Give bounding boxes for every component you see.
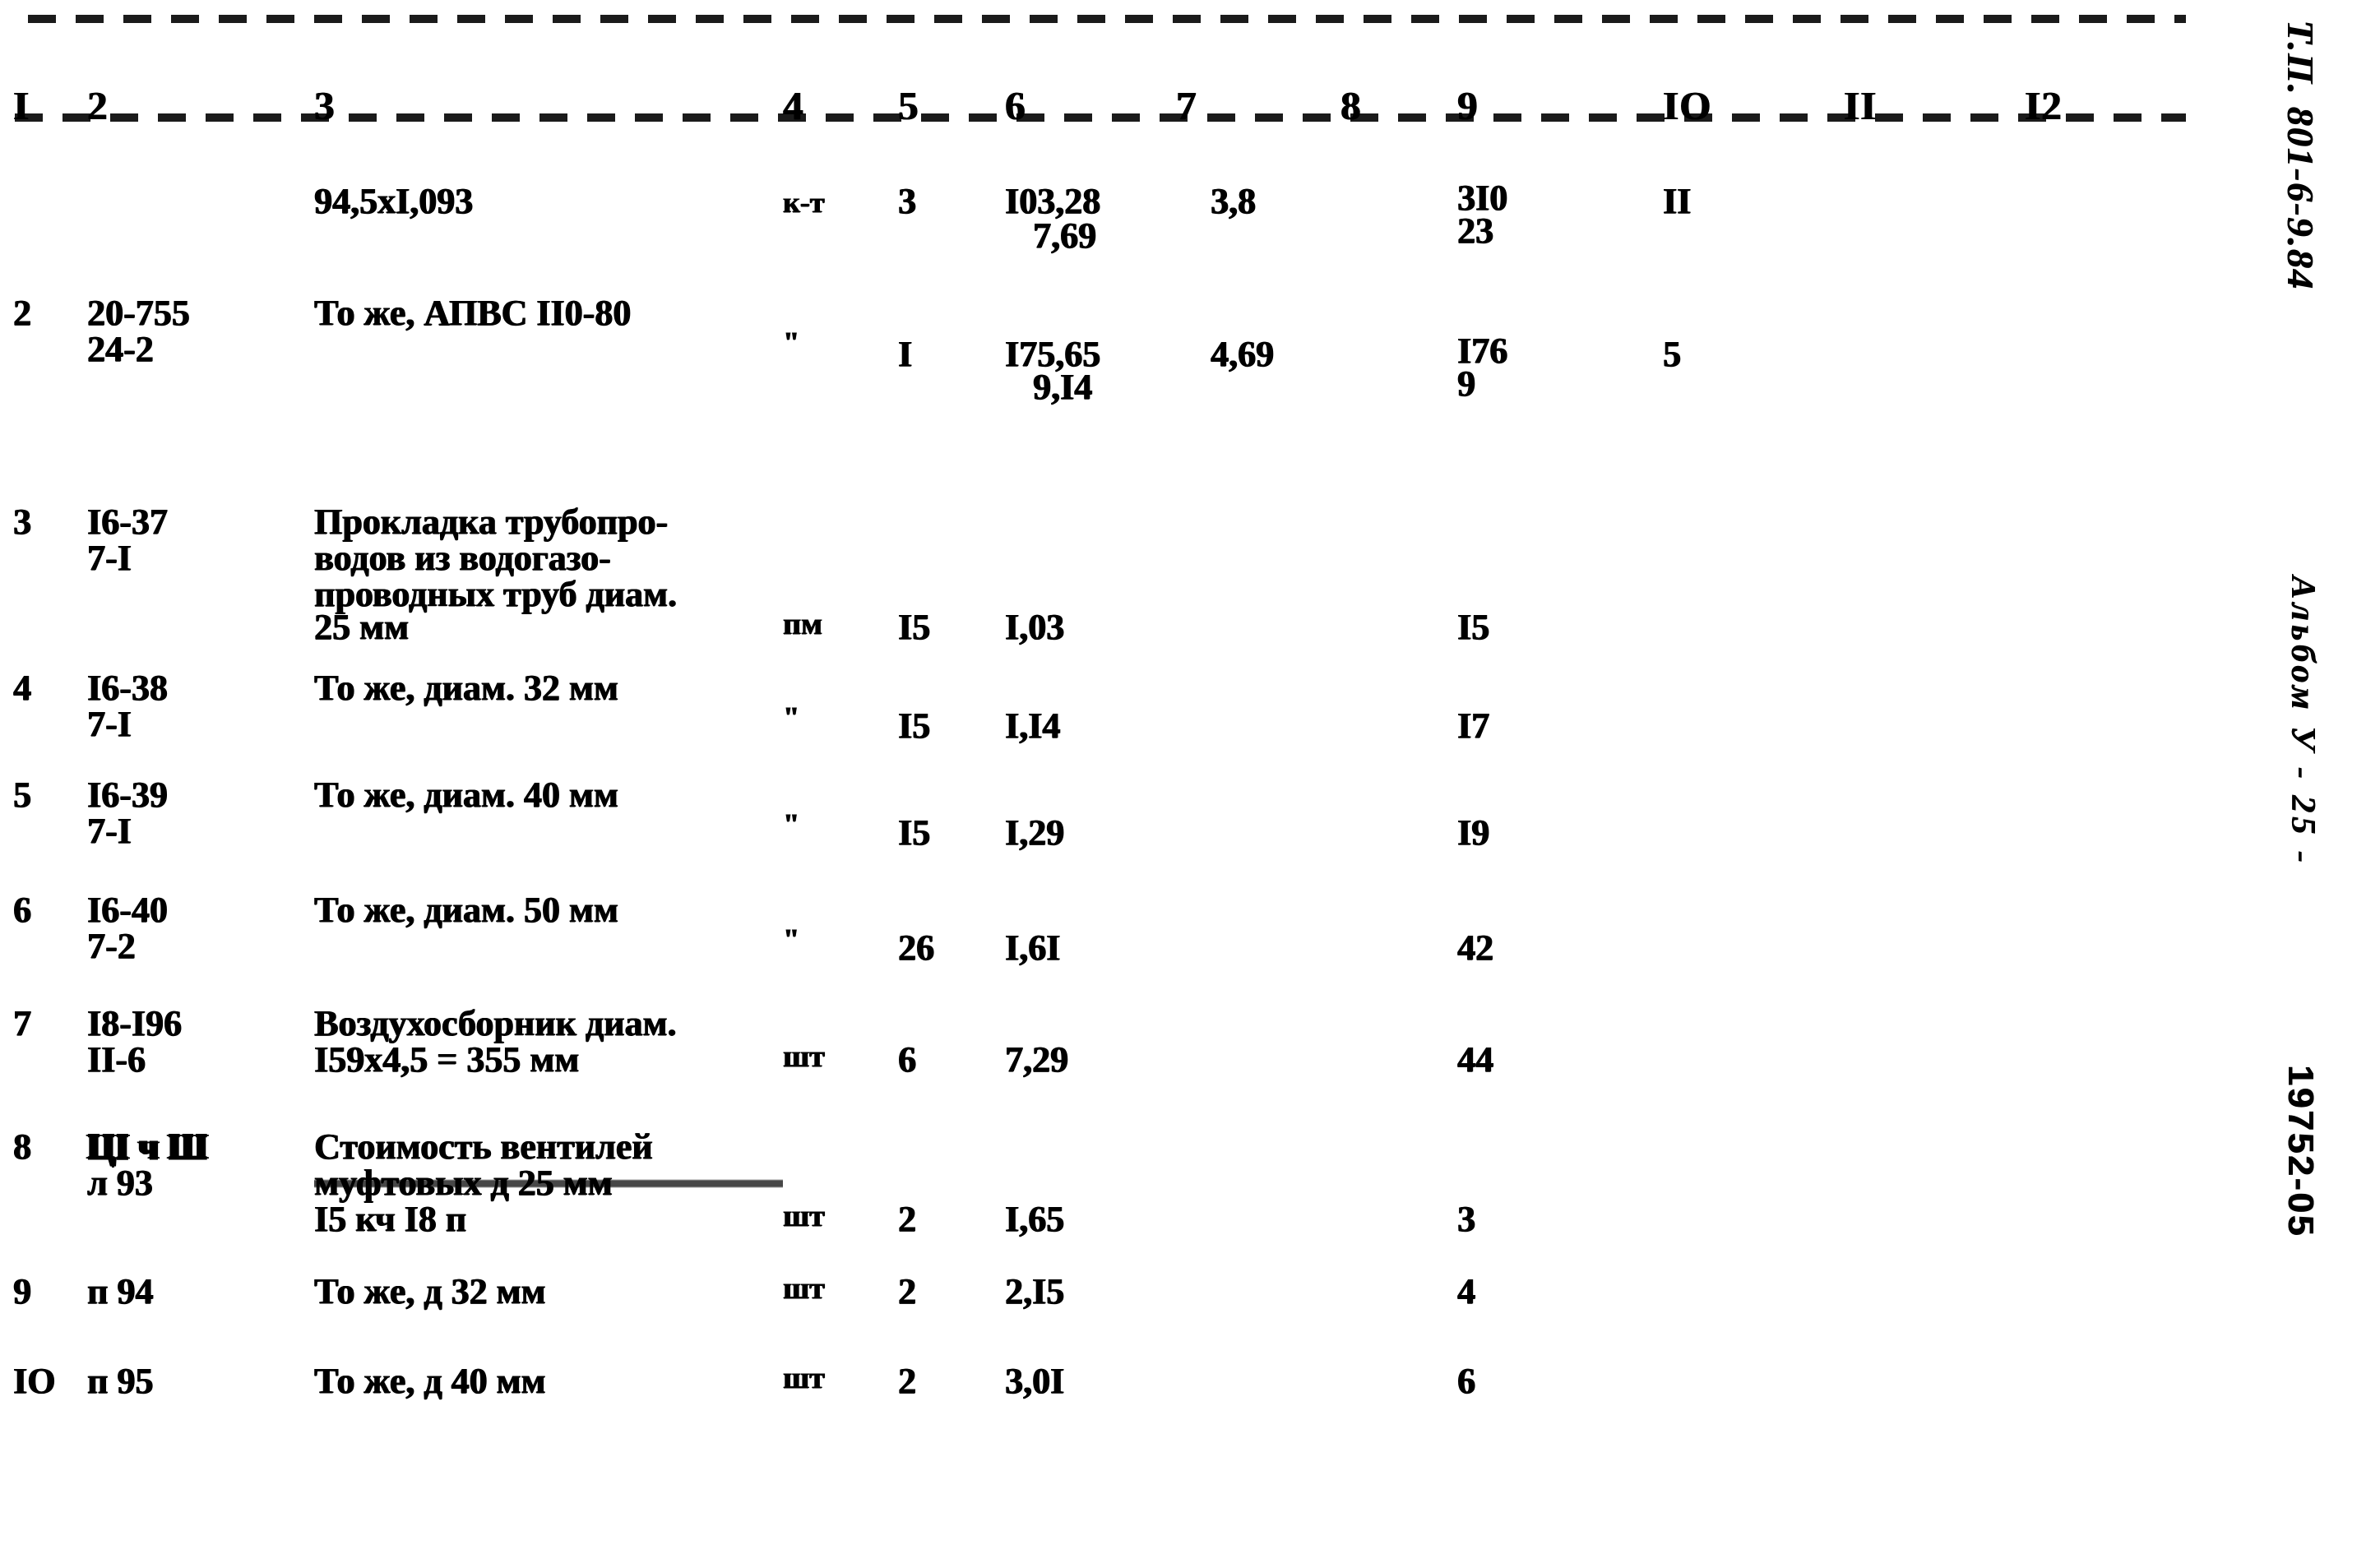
row-description-line2: I59x4,5 = 355 мм [314, 1039, 580, 1080]
row-col7: 4,69 [1211, 334, 1274, 374]
row-number: 7 [13, 1003, 31, 1043]
row-unit: шт [783, 1271, 825, 1306]
row-col10: II [1663, 181, 1692, 221]
row-quantity: 2 [898, 1361, 916, 1401]
row-number: 5 [13, 775, 31, 815]
row-total: 6 [1457, 1361, 1475, 1401]
margin-project-number: Т.П. 801-6-9.84 [2280, 20, 2322, 290]
row-description: Воздухосборник диам. [314, 1003, 677, 1043]
row-col10: 5 [1663, 334, 1681, 374]
column-header-1: I [13, 83, 30, 128]
row-total-second: 23 [1457, 210, 1493, 251]
row-unit: " [783, 923, 799, 955]
column-header-9: 9 [1457, 83, 1479, 128]
row-unit: " [783, 326, 799, 358]
row-unit: к-т [783, 186, 825, 219]
column-header-7: 7 [1176, 83, 1197, 128]
column-header-3: 3 [314, 83, 336, 128]
table-row: IO п 95 То же, д 40 мм шт 2 3,0I 6 [0, 1330, 2220, 1424]
row-col7: 3,8 [1211, 181, 1256, 221]
top-dashed-rule [28, 15, 2186, 23]
row-description: То же, д 32 мм [314, 1271, 546, 1311]
row-code-second: л 93 [87, 1163, 153, 1203]
row-quantity: 2 [898, 1271, 916, 1311]
row-price: I,65 [1005, 1199, 1065, 1239]
row-description: То же, АПВС II0-80 [314, 293, 632, 333]
row-description: 94,5xI,093 [314, 181, 474, 221]
column-header-5: 5 [898, 83, 919, 128]
row-code-second: 7-I [87, 538, 132, 578]
row-total: 3 [1457, 1199, 1475, 1239]
row-total-second: 9 [1457, 363, 1475, 404]
table-row: 8 ЦI ч Ш л 93 Стоимость вентилей муфтовы… [0, 1079, 2220, 1239]
row-unit: " [783, 807, 799, 840]
row-total: 4 [1457, 1271, 1475, 1311]
table-row: 94,5xI,093 к-т 3 I03,28 7,69 3,8 3I0 23 … [0, 164, 2220, 289]
column-header-2: 2 [87, 83, 109, 128]
table-row: 4 I6-38 7-I То же, диам. 32 мм " I5 I,I4… [0, 610, 2220, 746]
row-quantity: 6 [898, 1039, 916, 1080]
row-code: п 95 [87, 1361, 154, 1401]
row-description: То же, диам. 50 мм [314, 890, 618, 930]
row-description-line3: I5 кч I8 п [314, 1199, 467, 1239]
row-number: 6 [13, 890, 31, 930]
table-row: 3 I6-37 7-I Прокладка трубопро- водов из… [0, 429, 2220, 647]
row-price-second: 9,I4 [1033, 367, 1093, 407]
row-number: 2 [13, 293, 31, 333]
row-description: То же, диам. 32 мм [314, 668, 618, 708]
table-row: 7 I8-I96 II-6 Воздухосборник диам. I59x4… [0, 955, 2220, 1080]
row-unit: шт [783, 1361, 825, 1395]
margin-archive-code: 19752-05 [2280, 1065, 2321, 1237]
row-unit: шт [783, 1199, 825, 1233]
column-header-11: II [1844, 83, 1878, 128]
row-price: 2,I5 [1005, 1271, 1065, 1311]
row-description: То же, диам. 40 мм [314, 775, 618, 815]
column-header-4: 4 [783, 83, 804, 128]
document-page: I 2 3 4 5 6 7 8 9 IO II I2 94,5xI,093 к-… [0, 0, 2380, 1554]
table-row: 2 20-755 24-2 То же, АПВС II0-80 " I I75… [0, 289, 2220, 429]
row-description: Стоимость вентилей [314, 1126, 653, 1167]
row-number: 4 [13, 668, 31, 708]
row-quantity: 3 [898, 181, 916, 221]
row-code: I6-37 [87, 502, 168, 542]
row-code: I6-39 [87, 775, 168, 815]
row-number: 3 [13, 502, 31, 542]
row-number: IO [13, 1361, 56, 1401]
specification-table: 94,5xI,093 к-т 3 I03,28 7,69 3,8 3I0 23 … [0, 164, 2220, 1424]
table-row: 6 I6-40 7-2 То же, диам. 50 мм " 26 I,6I… [0, 840, 2220, 968]
row-description-line2: водов из водогазо- [314, 538, 611, 578]
table-row: 5 I6-39 7-I То же, диам. 40 мм " I5 I,29… [0, 725, 2220, 853]
row-code-second: II-6 [87, 1039, 146, 1080]
row-price: 3,0I [1005, 1361, 1065, 1401]
column-header-6: 6 [1005, 83, 1026, 128]
row-code: ЦI ч Ш [87, 1126, 208, 1167]
margin-album-label: Альбом У - 25 - [2284, 576, 2322, 867]
row-code: 20-755 [87, 293, 190, 333]
row-code: I6-40 [87, 890, 168, 930]
column-header-8: 8 [1340, 83, 1362, 128]
table-row: 9 п 94 То же, д 32 мм шт 2 2,I5 4 [0, 1235, 2220, 1330]
row-price: 7,29 [1005, 1039, 1068, 1080]
column-header-12: I2 [2025, 83, 2063, 128]
row-description: Прокладка трубопро- [314, 502, 669, 542]
row-quantity: I [898, 334, 913, 374]
row-number: 9 [13, 1271, 31, 1311]
row-number: 8 [13, 1126, 31, 1167]
row-price-second: 7,69 [1033, 215, 1096, 256]
row-unit: шт [783, 1039, 825, 1074]
row-description-line2: муфтовых д 25 мм [314, 1163, 783, 1204]
row-quantity: 2 [898, 1199, 916, 1239]
row-code-second: 24-2 [87, 329, 154, 369]
row-description: То же, д 40 мм [314, 1361, 546, 1401]
row-code: I6-38 [87, 668, 168, 708]
row-code: п 94 [87, 1271, 154, 1311]
row-total: 44 [1457, 1039, 1493, 1080]
column-header-10: IO [1663, 83, 1712, 128]
row-code: I8-I96 [87, 1003, 182, 1043]
